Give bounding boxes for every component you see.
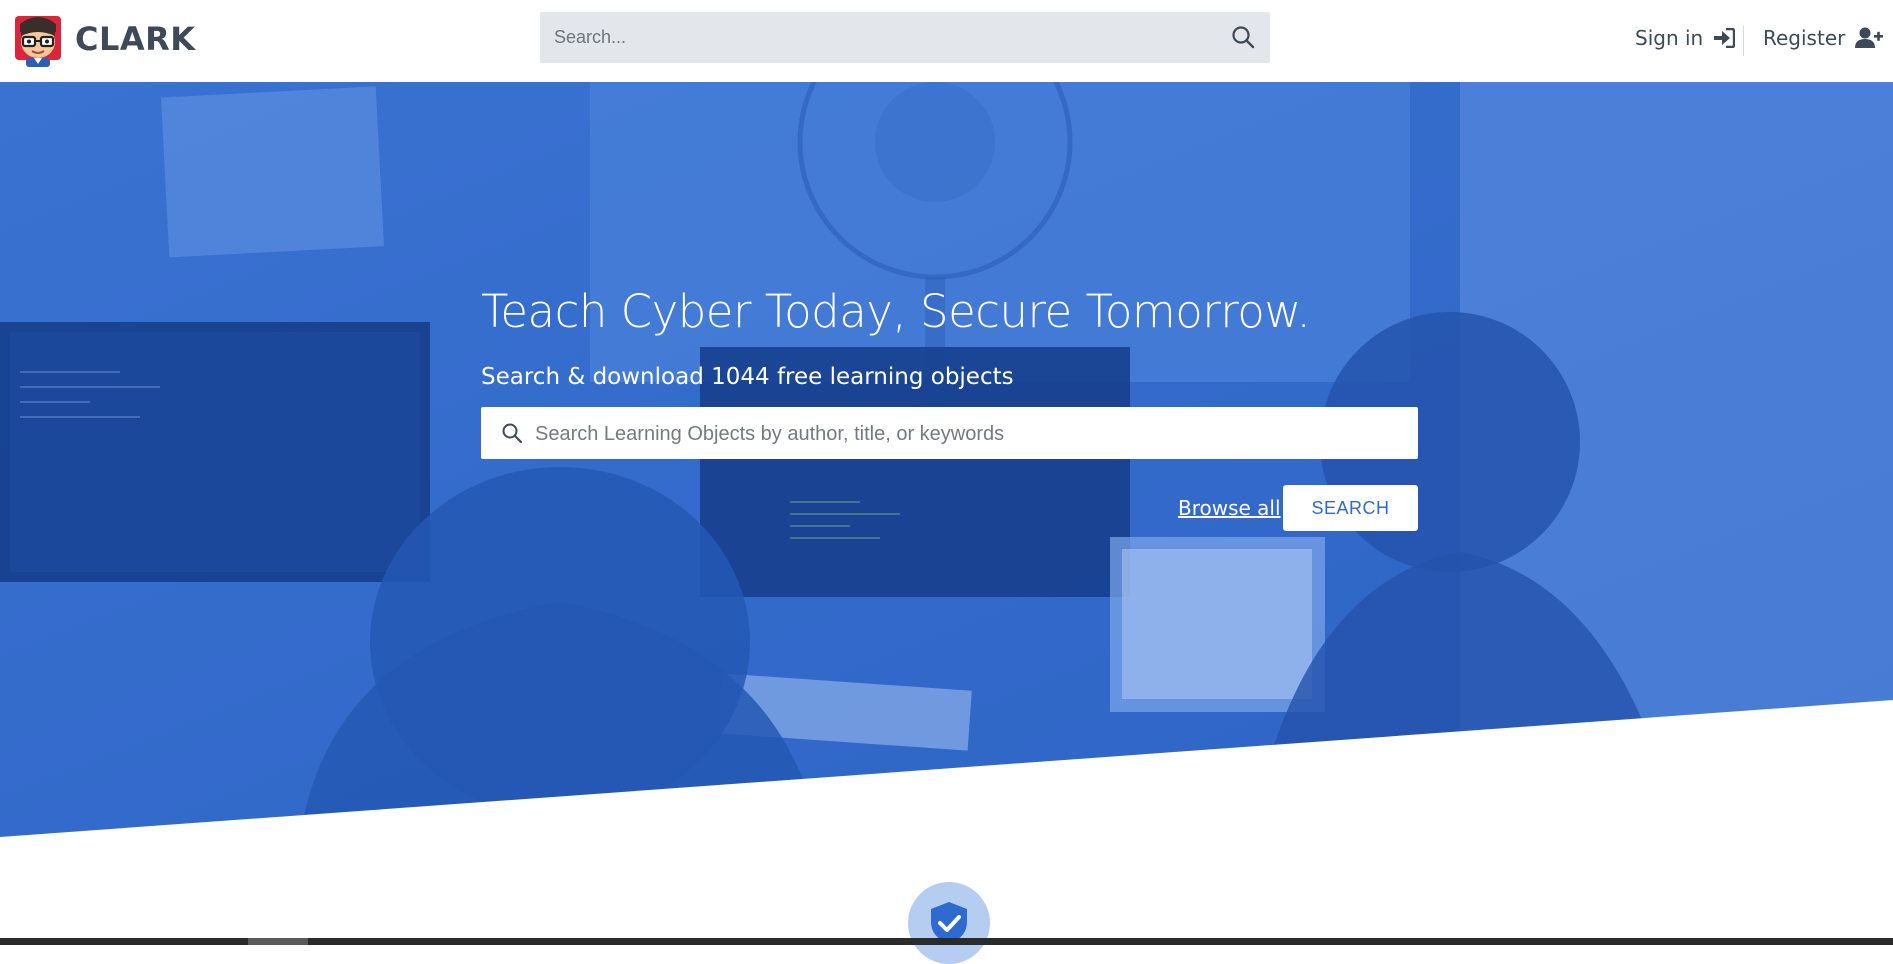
hero-subtitle: Search & download 1044 free learning obj… (481, 364, 1014, 390)
search-icon[interactable] (1230, 24, 1256, 50)
hero-search-bar (481, 407, 1418, 461)
nav-divider (1743, 26, 1744, 56)
search-button[interactable]: SEARCH (1283, 485, 1418, 531)
hero-title: Teach Cyber Today, Secure Tomorrow. (481, 285, 1311, 338)
register-label: Register (1763, 26, 1846, 50)
search-icon (502, 423, 523, 444)
feature-badge (908, 882, 990, 964)
brand-name[interactable]: CLARK (75, 20, 196, 58)
sign-in-link[interactable]: Sign in (1635, 26, 1736, 50)
header-search-bar (540, 12, 1270, 63)
header-search-input[interactable] (540, 12, 1228, 63)
browse-all-link[interactable]: Browse all (1178, 496, 1281, 520)
hero-section: Teach Cyber Today, Secure Tomorrow. Sear… (0, 82, 1893, 837)
user-plus-icon (1855, 27, 1884, 48)
bottom-scrollbar[interactable] (0, 938, 1893, 945)
hero-search-input[interactable] (533, 407, 1407, 461)
sign-in-icon (1714, 28, 1736, 48)
register-link[interactable]: Register (1763, 26, 1884, 50)
sign-in-label: Sign in (1635, 26, 1704, 50)
top-navbar: CLARK Sign in Register (0, 0, 1893, 82)
clark-logo-icon[interactable] (12, 12, 64, 68)
scrollbar-thumb[interactable] (248, 938, 308, 945)
